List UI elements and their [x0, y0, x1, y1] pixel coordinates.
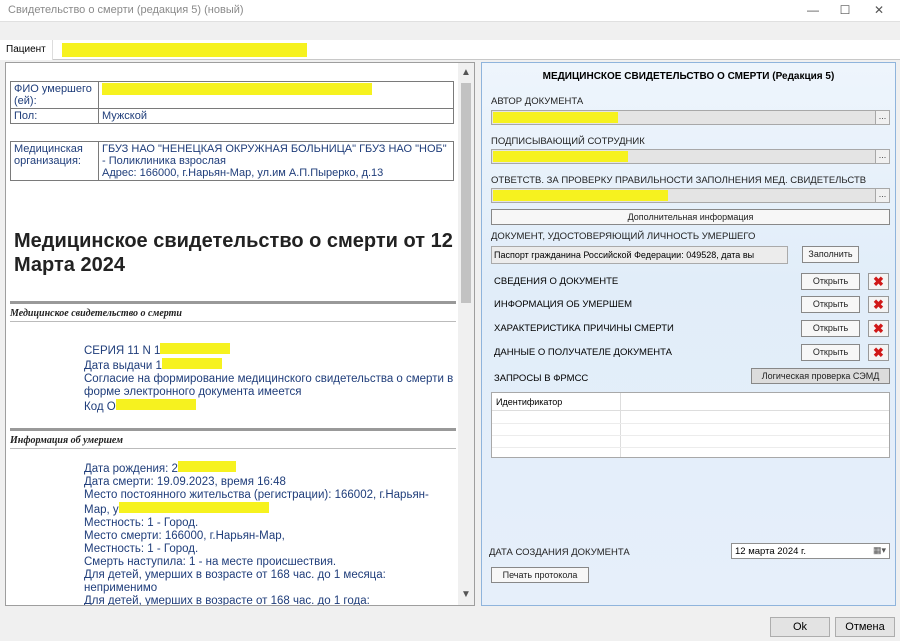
org-value: ГБУЗ НАО "НЕНЕЦКАЯ ОКРУЖНАЯ БОЛЬНИЦА" ГБ… — [98, 141, 454, 181]
certificate-form: МЕДИЦИНСКОЕ СВИДЕТЕЛЬСТВО О СМЕРТИ (Реда… — [481, 62, 896, 606]
extra-info-button[interactable]: Дополнительная информация — [491, 209, 890, 225]
calendar-dropdown-icon[interactable]: ▦▾ — [873, 545, 886, 556]
form-title: МЕДИЦИНСКОЕ СВИДЕТЕЛЬСТВО О СМЕРТИ (Реда… — [542, 71, 835, 82]
identity-document-field[interactable]: Паспорт гражданина Российской Федерации:… — [491, 246, 788, 264]
print-protocol-button[interactable]: Печать протокола — [491, 567, 589, 583]
section-deceased-title: Информация об умершем — [10, 428, 456, 449]
identity-label: ДОКУМЕНТ, УДОСТОВЕРЯЮЩИЙ ЛИЧНОСТЬ УМЕРШЕ… — [491, 231, 756, 242]
window-title: Свидетельство о смерти (редакция 5) (нов… — [8, 4, 244, 16]
close-icon[interactable]: ✕ — [864, 0, 894, 22]
child-month-line: Для детей, умерших в возрасте от 168 час… — [84, 569, 390, 594]
maximize-icon[interactable]: ☐ — [830, 0, 860, 22]
scroll-down-icon[interactable]: ▼ — [458, 587, 474, 603]
delete-recipient-icon[interactable]: ✖ — [868, 344, 889, 361]
consent-line: Согласие на формирование медицинского св… — [84, 373, 457, 398]
organization-table: Медицинская организация: ГБУЗ НАО "НЕНЕЦ… — [10, 141, 454, 181]
patient-bar: Пациент — [0, 40, 900, 60]
row-label-deceased-info: ИНФОРМАЦИЯ ОБ УМЕРШЕМ — [494, 299, 632, 310]
row-label-death-cause: ХАРАКТЕРИСТИКА ПРИЧИНЫ СМЕРТИ — [494, 323, 674, 334]
section-deceased-lines: Дата рождения: 2 Дата смерти: 19.09.2023… — [84, 461, 454, 605]
author-redacted — [493, 112, 618, 123]
open-recipient-button[interactable]: Открыть — [801, 344, 860, 361]
title-bar: Свидетельство о смерти (редакция 5) (нов… — [0, 0, 900, 22]
section-certificate-title: Медицинское свидетельство о смерти — [10, 301, 456, 322]
open-deceased-info-button[interactable]: Открыть — [801, 296, 860, 313]
creation-date-value: 12 марта 2024 г. — [735, 546, 806, 557]
creation-date-label: ДАТА СОЗДАНИЯ ДОКУМЕНТА — [489, 547, 630, 558]
residence-line: Место постоянного жительства (регистраци… — [84, 489, 429, 516]
series-redacted — [160, 343, 231, 354]
author-label: АВТОР ДОКУМЕНТА — [491, 96, 584, 107]
document-preview: ФИО умершего (ей): Пол: Мужской Медицинс… — [5, 62, 475, 606]
requests-grid[interactable]: Идентификатор — [491, 392, 890, 458]
checker-redacted — [493, 190, 668, 201]
open-death-cause-button[interactable]: Открыть — [801, 320, 860, 337]
signer-redacted — [493, 151, 628, 162]
open-document-info-button[interactable]: Открыть — [801, 273, 860, 290]
code-redacted — [115, 399, 196, 410]
minimize-icon[interactable]: — — [798, 0, 828, 22]
signer-select-icon[interactable]: ... — [875, 150, 889, 163]
birth-date-line: Дата рождения: 2 — [84, 461, 454, 476]
sex-value: Мужской — [98, 108, 454, 124]
checker-label: ОТВЕТСТВ. ЗА ПРОВЕРКУ ПРАВИЛЬНОСТИ ЗАПОЛ… — [491, 175, 867, 186]
grid-header-identifier: Идентификатор — [496, 397, 563, 407]
grid-header: Идентификатор — [492, 393, 889, 411]
author-field[interactable]: ... — [491, 110, 890, 125]
checker-field[interactable]: ... — [491, 188, 890, 203]
fill-button[interactable]: Заполнить — [802, 246, 859, 263]
fio-label: ФИО умершего (ей): — [10, 81, 99, 109]
delete-deceased-info-icon[interactable]: ✖ — [868, 296, 889, 313]
scroll-thumb[interactable] — [461, 83, 471, 303]
cancel-button[interactable]: Отмена — [835, 617, 895, 637]
delete-document-info-icon[interactable]: ✖ — [868, 273, 889, 290]
grid-row — [492, 435, 889, 436]
fio-redacted — [102, 83, 372, 95]
death-place-line: Место смерти: 166000, г.Нарьян-Мар, — [84, 530, 285, 542]
requests-label: ЗАПРОСЫ В ФРМСС — [494, 373, 589, 384]
fio-value — [98, 81, 454, 109]
patient-name-redacted[interactable] — [62, 43, 307, 57]
row-label-document-info: СВЕДЕНИЯ О ДОКУМЕНТЕ — [494, 276, 619, 287]
child-year-line: Для детей, умерших в возрасте от 168 час… — [84, 595, 370, 605]
issue-date-line: Дата выдачи 1 — [84, 358, 454, 373]
checker-select-icon[interactable]: ... — [875, 189, 889, 202]
locality-line-2: Местность: 1 - Город. — [84, 543, 199, 555]
document-content: ФИО умершего (ей): Пол: Мужской Медицинс… — [6, 63, 458, 605]
row-label-recipient: ДАННЫЕ О ПОЛУЧАТЕЛЕ ДОКУМЕНТА — [494, 347, 672, 358]
signer-field[interactable]: ... — [491, 149, 890, 164]
section-certificate-lines: СЕРИЯ 11 N 1 Дата выдачи 1 Согласие на ф… — [84, 343, 454, 414]
delete-death-cause-icon[interactable]: ✖ — [868, 320, 889, 337]
author-select-icon[interactable]: ... — [875, 111, 889, 124]
logic-check-button[interactable]: Логическая проверка СЭМД — [751, 368, 890, 384]
ok-button[interactable]: Ok — [770, 617, 830, 637]
issue-date-redacted — [161, 358, 222, 369]
document-heading: Медицинское свидетельство о смерти от 12… — [14, 230, 453, 276]
code-line: Код О — [84, 399, 454, 414]
birth-date-redacted — [177, 461, 236, 472]
series-line: СЕРИЯ 11 N 1 — [84, 343, 454, 358]
locality-line-1: Местность: 1 - Город. — [84, 517, 199, 529]
creation-date-picker[interactable]: 12 марта 2024 г. ▦▾ — [731, 543, 890, 559]
signer-label: ПОДПИСЫВАЮЩИЙ СОТРУДНИК — [491, 136, 645, 147]
death-date-line: Дата смерти: 19.09.2023, время 16:48 — [84, 476, 286, 488]
sex-label: Пол: — [10, 108, 99, 124]
deceased-info-table: ФИО умершего (ей): Пол: Мужской — [10, 81, 454, 124]
document-scrollbar[interactable]: ▲ ▼ — [458, 63, 474, 605]
org-label: Медицинская организация: — [10, 141, 99, 181]
grid-row — [492, 447, 889, 448]
org-address: Адрес: 166000, г.Нарьян-Мар, ул.им А.П.П… — [102, 167, 384, 179]
tab-patient[interactable]: Пациент — [0, 40, 53, 60]
grid-row — [492, 423, 889, 424]
org-name: ГБУЗ НАО "НЕНЕЦКАЯ ОКРУЖНАЯ БОЛЬНИЦА" ГБ… — [102, 143, 447, 167]
residence-redacted — [118, 502, 269, 513]
scroll-up-icon[interactable]: ▲ — [458, 65, 474, 81]
death-occurred-line: Смерть наступила: 1 - на месте происшест… — [84, 556, 337, 568]
